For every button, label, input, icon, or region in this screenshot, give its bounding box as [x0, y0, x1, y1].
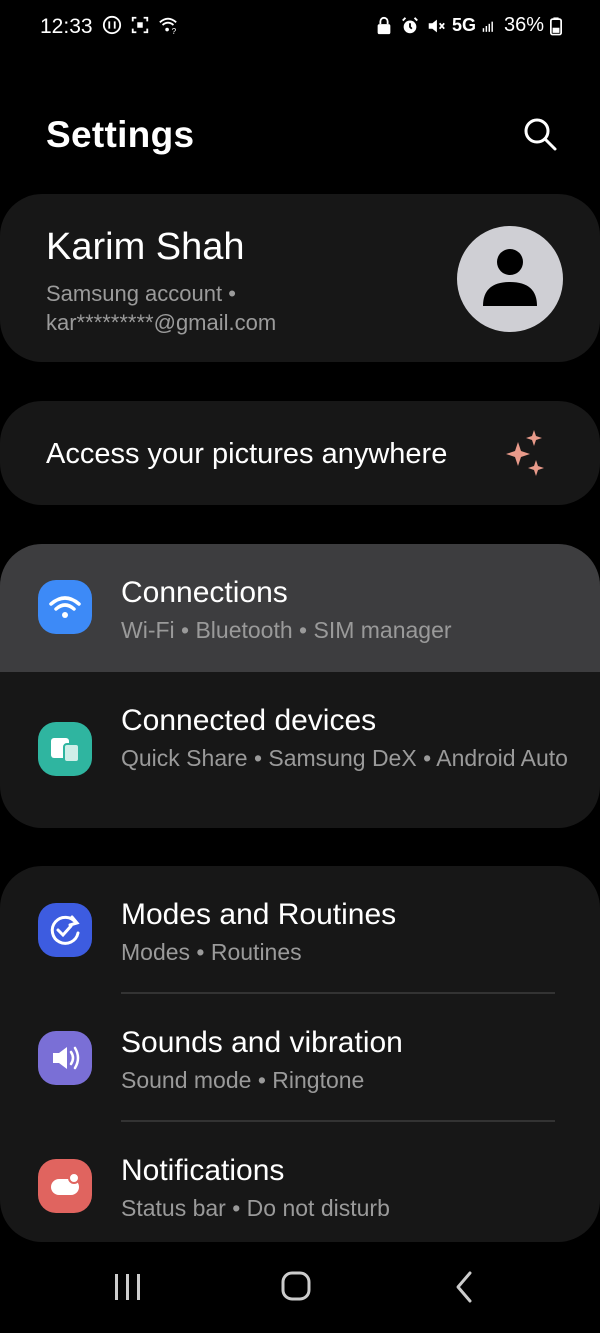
settings-item-title: Connections: [121, 576, 288, 609]
page-title: Settings: [46, 114, 195, 155]
recents-button[interactable]: [98, 1262, 158, 1312]
back-button[interactable]: [434, 1262, 494, 1312]
settings-item-subtitle: Wi-Fi • Bluetooth • SIM manager: [121, 617, 452, 643]
devices-icon: [51, 738, 80, 763]
lock-icon: [377, 16, 391, 34]
recents-icon: [115, 1274, 140, 1300]
search-button[interactable]: [520, 114, 560, 154]
sparkle-icon: [506, 430, 544, 476]
status-bar: 12:33 ? 5G 36%: [0, 0, 600, 56]
account-email: kar*********@gmail.com: [46, 310, 277, 335]
wifi-icon: [49, 596, 81, 618]
settings-item-subtitle: Quick Share • Samsung DeX • Android Auto: [121, 745, 568, 771]
routine-check-icon: [50, 915, 80, 945]
battery-level: 36%: [503, 14, 544, 36]
notification-icon: [51, 1172, 80, 1195]
sounds-icon-tile: [38, 1031, 92, 1085]
search-icon: [524, 118, 557, 151]
battery-icon: [550, 16, 562, 35]
status-time: 12:33: [40, 15, 93, 38]
screenshot-icon: [131, 16, 149, 34]
settings-item-title: Notifications: [121, 1154, 285, 1187]
promo-text: Access your pictures anywhere: [46, 438, 448, 470]
settings-item-title: Sounds and vibration: [121, 1026, 403, 1059]
settings-item-subtitle: Modes • Routines: [121, 939, 302, 965]
speaker-icon: [53, 1046, 80, 1070]
network-type: 5G: [451, 15, 476, 35]
navigation-bar: [0, 1242, 600, 1333]
profile-name: Karim Shah: [46, 226, 245, 268]
modes-icon-tile: [38, 903, 92, 957]
media-icon: [102, 15, 122, 35]
settings-item-title: Connected devices: [121, 704, 377, 737]
connected-devices-icon-tile: [38, 722, 92, 776]
person-icon: [483, 249, 537, 306]
mute-icon: [428, 19, 445, 32]
settings-item-subtitle: Status bar • Do not disturb: [121, 1195, 390, 1221]
wifi-question-icon: ?: [159, 17, 177, 36]
account-label: Samsung account •: [46, 281, 236, 306]
settings-group-connections: Connections Wi-Fi • Bluetooth • SIM mana…: [0, 544, 600, 828]
settings-item-notifications[interactable]: Notifications Status bar • Do not distur…: [0, 1122, 600, 1242]
alarm-icon: [402, 16, 418, 33]
home-icon: [281, 1271, 311, 1301]
connections-icon-tile: [38, 580, 92, 634]
notifications-icon-tile: [38, 1159, 92, 1213]
settings-item-connected-devices[interactable]: Connected devices Quick Share • Samsung …: [0, 672, 600, 828]
settings-group-system: Modes and Routines Modes • Routines Soun…: [0, 866, 600, 1242]
settings-item-connections[interactable]: Connections Wi-Fi • Bluetooth • SIM mana…: [0, 544, 600, 672]
avatar[interactable]: [457, 226, 563, 332]
signal-icon: [482, 21, 493, 32]
home-button[interactable]: [266, 1262, 326, 1312]
settings-item-title: Modes and Routines: [121, 898, 397, 931]
settings-item-subtitle: Sound mode • Ringtone: [121, 1067, 365, 1093]
back-icon: [456, 1271, 472, 1303]
svg-text:?: ?: [172, 27, 177, 36]
settings-item-modes-routines[interactable]: Modes and Routines Modes • Routines: [0, 866, 600, 994]
settings-item-sounds-vibration[interactable]: Sounds and vibration Sound mode • Ringto…: [0, 994, 600, 1122]
